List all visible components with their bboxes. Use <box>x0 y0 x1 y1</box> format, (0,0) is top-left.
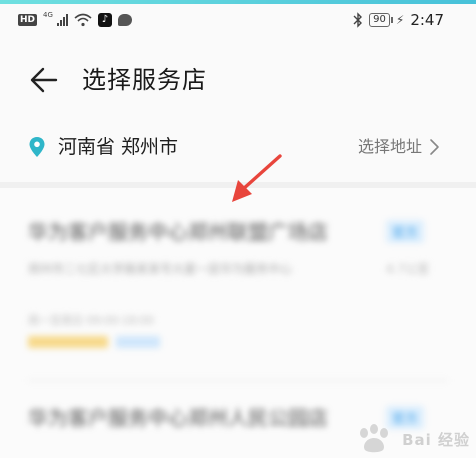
hd-icon: HD <box>18 14 38 26</box>
location-pin-icon <box>29 137 45 157</box>
current-city: 河南省 郑州市 <box>58 136 179 158</box>
paw-logo-icon <box>360 424 389 453</box>
chevron-right-icon <box>430 139 439 155</box>
top-accent-bar <box>0 0 476 4</box>
store-card[interactable]: 华为客户服务中心郑州联盟广场店 官方 郑州市二七区大学路某某号大厦一层华为服务中… <box>0 216 476 391</box>
status-right: 90 ⚡ 2:47 <box>353 11 444 29</box>
back-button[interactable] <box>24 62 64 98</box>
store-name: 华为客户服务中心郑州人民公园店 <box>28 406 328 430</box>
location-row: 河南省 郑州市 选择地址 <box>0 126 476 170</box>
store-hours: 周一至周日 09:00-18:00 <box>28 314 154 327</box>
message-icon <box>117 14 132 26</box>
back-arrow-icon <box>30 67 58 93</box>
store-name: 华为客户服务中心郑州联盟广场店 <box>28 220 328 244</box>
store-tag-badge: 官方 <box>386 220 425 243</box>
wifi-icon <box>74 13 92 27</box>
select-address-label: 选择地址 <box>357 137 422 156</box>
tiktok-icon: ♪ <box>97 13 112 27</box>
cell-type-label: 4G <box>43 11 53 19</box>
select-address-button[interactable]: 选择地址 <box>358 132 440 162</box>
charging-icon: ⚡ <box>395 13 405 27</box>
watermark-text: Bai 经验 <box>402 430 470 449</box>
page-header: 选择服务店 <box>0 50 476 110</box>
store-distance: 4.7公里 <box>386 262 430 276</box>
status-left: HD 4G ♪ <box>18 11 132 27</box>
status-bar: HD 4G ♪ 90 ⚡ 2:47 <box>0 6 476 36</box>
card-divider <box>28 380 448 381</box>
screen: HD 4G ♪ 90 ⚡ 2:47 选择服务店 河南省 郑州市 选择地址 华为客… <box>0 0 476 458</box>
store-address: 郑州市二七区大学路某某号大厦一层华为服务中心 <box>28 262 293 276</box>
service-badge <box>116 336 160 348</box>
bluetooth-icon <box>353 12 363 28</box>
page-title: 选择服务店 <box>82 66 207 94</box>
store-list: 华为客户服务中心郑州联盟广场店 官方 郑州市二七区大学路某某号大厦一层华为服务中… <box>0 188 476 458</box>
service-badge <box>28 336 108 348</box>
cell-signal-icon <box>56 14 68 26</box>
battery-icon: 90 <box>369 13 393 27</box>
clock: 2:47 <box>410 11 444 29</box>
watermark: Bai 经验 <box>354 424 470 454</box>
